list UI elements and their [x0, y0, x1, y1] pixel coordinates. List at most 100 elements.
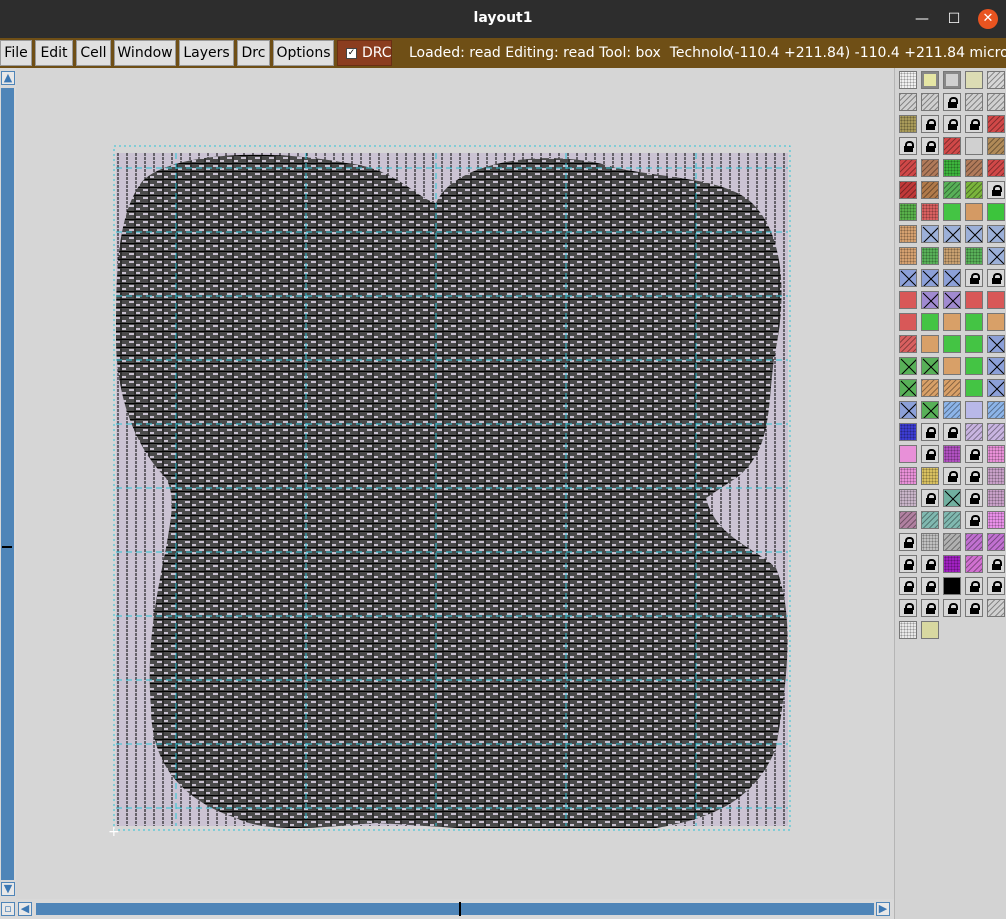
vertical-scrollbar[interactable]: ▲ ▼	[0, 68, 16, 899]
layer-cross-icon[interactable]	[899, 401, 917, 419]
layer-swatch[interactable]	[899, 291, 917, 309]
menu-file[interactable]: File	[0, 40, 32, 66]
layer-swatch[interactable]	[899, 159, 917, 177]
layer-lock-icon[interactable]	[965, 577, 983, 595]
layer-swatch[interactable]	[987, 445, 1005, 463]
layer-swatch[interactable]	[987, 137, 1005, 155]
layer-swatch[interactable]	[921, 533, 939, 551]
layer-swatch[interactable]	[943, 203, 961, 221]
layer-lock-icon[interactable]	[899, 599, 917, 617]
layer-swatch[interactable]	[987, 401, 1005, 419]
layer-cross-icon[interactable]	[943, 269, 961, 287]
layer-swatch[interactable]	[921, 621, 939, 639]
layer-swatch[interactable]	[987, 511, 1005, 529]
layer-swatch[interactable]	[921, 467, 939, 485]
layer-lock-icon[interactable]	[943, 599, 961, 617]
layer-swatch[interactable]	[899, 93, 917, 111]
layer-swatch[interactable]	[921, 203, 939, 221]
layer-swatch[interactable]	[899, 247, 917, 265]
layer-lock-icon[interactable]	[987, 577, 1005, 595]
scroll-left-icon[interactable]: ◀	[18, 902, 32, 916]
layer-swatch[interactable]	[987, 313, 1005, 331]
layer-swatch[interactable]	[987, 599, 1005, 617]
layer-swatch[interactable]	[921, 247, 939, 265]
layer-swatch[interactable]	[965, 313, 983, 331]
layer-swatch[interactable]	[965, 357, 983, 375]
menu-drc[interactable]: Drc	[237, 40, 270, 66]
layer-swatch[interactable]	[899, 203, 917, 221]
layer-cross-icon[interactable]	[921, 291, 939, 309]
layer-swatch[interactable]	[987, 115, 1005, 133]
layer-swatch[interactable]	[965, 291, 983, 309]
layer-swatch[interactable]	[921, 313, 939, 331]
layer-lock-icon[interactable]	[921, 489, 939, 507]
layer-swatch[interactable]	[899, 489, 917, 507]
layer-swatch[interactable]	[899, 225, 917, 243]
layer-swatch[interactable]	[965, 555, 983, 573]
layer-cross-icon[interactable]	[987, 247, 1005, 265]
layer-cross-icon[interactable]	[899, 357, 917, 375]
layer-cross-icon[interactable]	[943, 489, 961, 507]
layer-cross-icon[interactable]	[943, 225, 961, 243]
layer-swatch[interactable]	[965, 71, 983, 89]
layout-canvas[interactable]: +	[16, 68, 894, 899]
layer-cross-icon[interactable]	[987, 357, 1005, 375]
layer-cross-icon[interactable]	[987, 335, 1005, 353]
layer-lock-icon[interactable]	[943, 93, 961, 111]
close-icon[interactable]: ✕	[978, 9, 998, 29]
menu-edit[interactable]: Edit	[35, 40, 73, 66]
layer-swatch[interactable]	[965, 137, 983, 155]
layer-swatch[interactable]	[943, 181, 961, 199]
menu-window[interactable]: Window	[114, 40, 176, 66]
layer-cross-icon[interactable]	[921, 269, 939, 287]
layer-swatch[interactable]	[943, 555, 961, 573]
layer-lock-icon[interactable]	[921, 577, 939, 595]
layer-swatch[interactable]	[987, 423, 1005, 441]
menu-layers[interactable]: Layers	[179, 40, 234, 66]
layer-lock-icon[interactable]	[921, 445, 939, 463]
layer-swatch[interactable]	[943, 137, 961, 155]
layer-cross-icon[interactable]	[921, 357, 939, 375]
layer-cross-icon[interactable]	[899, 269, 917, 287]
menu-options[interactable]: Options	[273, 40, 334, 66]
layer-lock-icon[interactable]	[899, 533, 917, 551]
layer-swatch[interactable]	[943, 533, 961, 551]
layer-swatch[interactable]	[943, 445, 961, 463]
drc-checkbox[interactable]: ✓	[346, 48, 357, 59]
layer-swatch[interactable]	[943, 577, 961, 595]
layer-cross-icon[interactable]	[965, 225, 983, 243]
layer-lock-icon[interactable]	[921, 423, 939, 441]
layer-swatch[interactable]	[943, 159, 961, 177]
layer-swatch[interactable]	[965, 247, 983, 265]
minimize-icon[interactable]: —	[912, 9, 932, 29]
layer-lock-icon[interactable]	[921, 599, 939, 617]
layer-lock-icon[interactable]	[899, 555, 917, 573]
layer-lock-icon[interactable]	[965, 511, 983, 529]
layer-swatch[interactable]	[987, 489, 1005, 507]
layer-swatch[interactable]	[921, 511, 939, 529]
layer-swatch[interactable]	[987, 159, 1005, 177]
layer-swatch[interactable]	[921, 181, 939, 199]
layer-swatch[interactable]	[987, 467, 1005, 485]
layer-cross-icon[interactable]	[987, 379, 1005, 397]
layer-swatch[interactable]	[921, 159, 939, 177]
layer-swatch[interactable]	[943, 401, 961, 419]
layer-swatch[interactable]	[943, 247, 961, 265]
layer-swatch[interactable]	[899, 467, 917, 485]
layer-lock-icon[interactable]	[965, 467, 983, 485]
layer-lock-icon[interactable]	[965, 599, 983, 617]
layer-lock-icon[interactable]	[921, 555, 939, 573]
layer-lock-icon[interactable]	[943, 423, 961, 441]
layer-swatch[interactable]	[921, 379, 939, 397]
layer-swatch[interactable]	[943, 379, 961, 397]
layer-swatch[interactable]	[987, 71, 1005, 89]
layer-swatch[interactable]	[965, 203, 983, 221]
layer-lock-icon[interactable]	[965, 445, 983, 463]
layer-swatch[interactable]	[965, 423, 983, 441]
scroll-right-icon[interactable]: ▶	[876, 902, 890, 916]
layer-lock-icon[interactable]	[965, 115, 983, 133]
layer-swatch[interactable]	[987, 203, 1005, 221]
layer-cross-icon[interactable]	[921, 225, 939, 243]
layer-lock-icon[interactable]	[987, 269, 1005, 287]
layer-swatch[interactable]	[899, 511, 917, 529]
